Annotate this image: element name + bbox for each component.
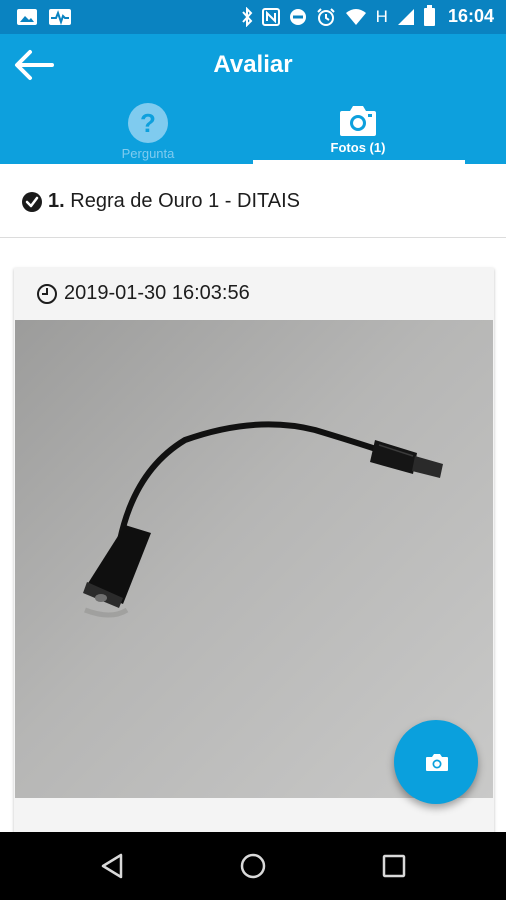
page-title: Avaliar [213, 51, 293, 78]
tab-fotos[interactable]: Fotos (1) [253, 98, 463, 162]
recents-square-icon [382, 854, 406, 878]
signal-icon [397, 8, 414, 25]
clock-icon [37, 283, 57, 304]
alarm-icon [316, 7, 335, 26]
question-circle-icon: ? [128, 103, 168, 143]
question-title: 1. Regra de Ouro 1 - DITAIS [48, 190, 300, 213]
system-status-icons: H 16:04 [241, 4, 494, 27]
pulse-notification-icon [49, 9, 71, 26]
do-not-disturb-icon [289, 8, 306, 25]
nav-recents-button[interactable] [380, 852, 410, 880]
back-triangle-icon [101, 853, 123, 879]
question-row: 1. Regra de Ouro 1 - DITAIS [0, 164, 506, 238]
app-bar: Avaliar ? Pergunta Fotos (1) [0, 34, 506, 164]
image-notification-icon [17, 9, 37, 25]
home-circle-icon [240, 853, 266, 879]
nfc-icon [261, 7, 280, 26]
photo-card-header: 2019-01-30 16:03:56 [14, 268, 494, 319]
question-text: Regra de Ouro 1 - DITAIS [70, 190, 300, 212]
tab-pergunta[interactable]: ? Pergunta [43, 98, 253, 162]
wifi-icon [345, 8, 366, 25]
notification-icons [16, 8, 72, 26]
add-photo-button[interactable] [394, 720, 478, 804]
camera-icon [426, 754, 448, 771]
tab-fotos-label: Fotos (1) [330, 140, 386, 155]
battery-icon [423, 4, 435, 26]
network-type-label: H [375, 6, 388, 26]
bluetooth-icon [241, 6, 253, 27]
nav-home-button[interactable] [239, 852, 269, 880]
check-circle-icon [22, 192, 42, 212]
system-nav-bar [0, 832, 506, 900]
status-clock: 16:04 [447, 6, 494, 26]
tab-pergunta-label: Pergunta [121, 146, 175, 161]
svg-text:?: ? [140, 108, 156, 138]
camera-icon [340, 106, 376, 136]
nav-back-button[interactable] [99, 852, 129, 880]
photo-timestamp: 2019-01-30 16:03:56 [64, 282, 250, 304]
status-bar: H 16:04 [0, 0, 506, 34]
question-number: 1. [48, 190, 65, 212]
